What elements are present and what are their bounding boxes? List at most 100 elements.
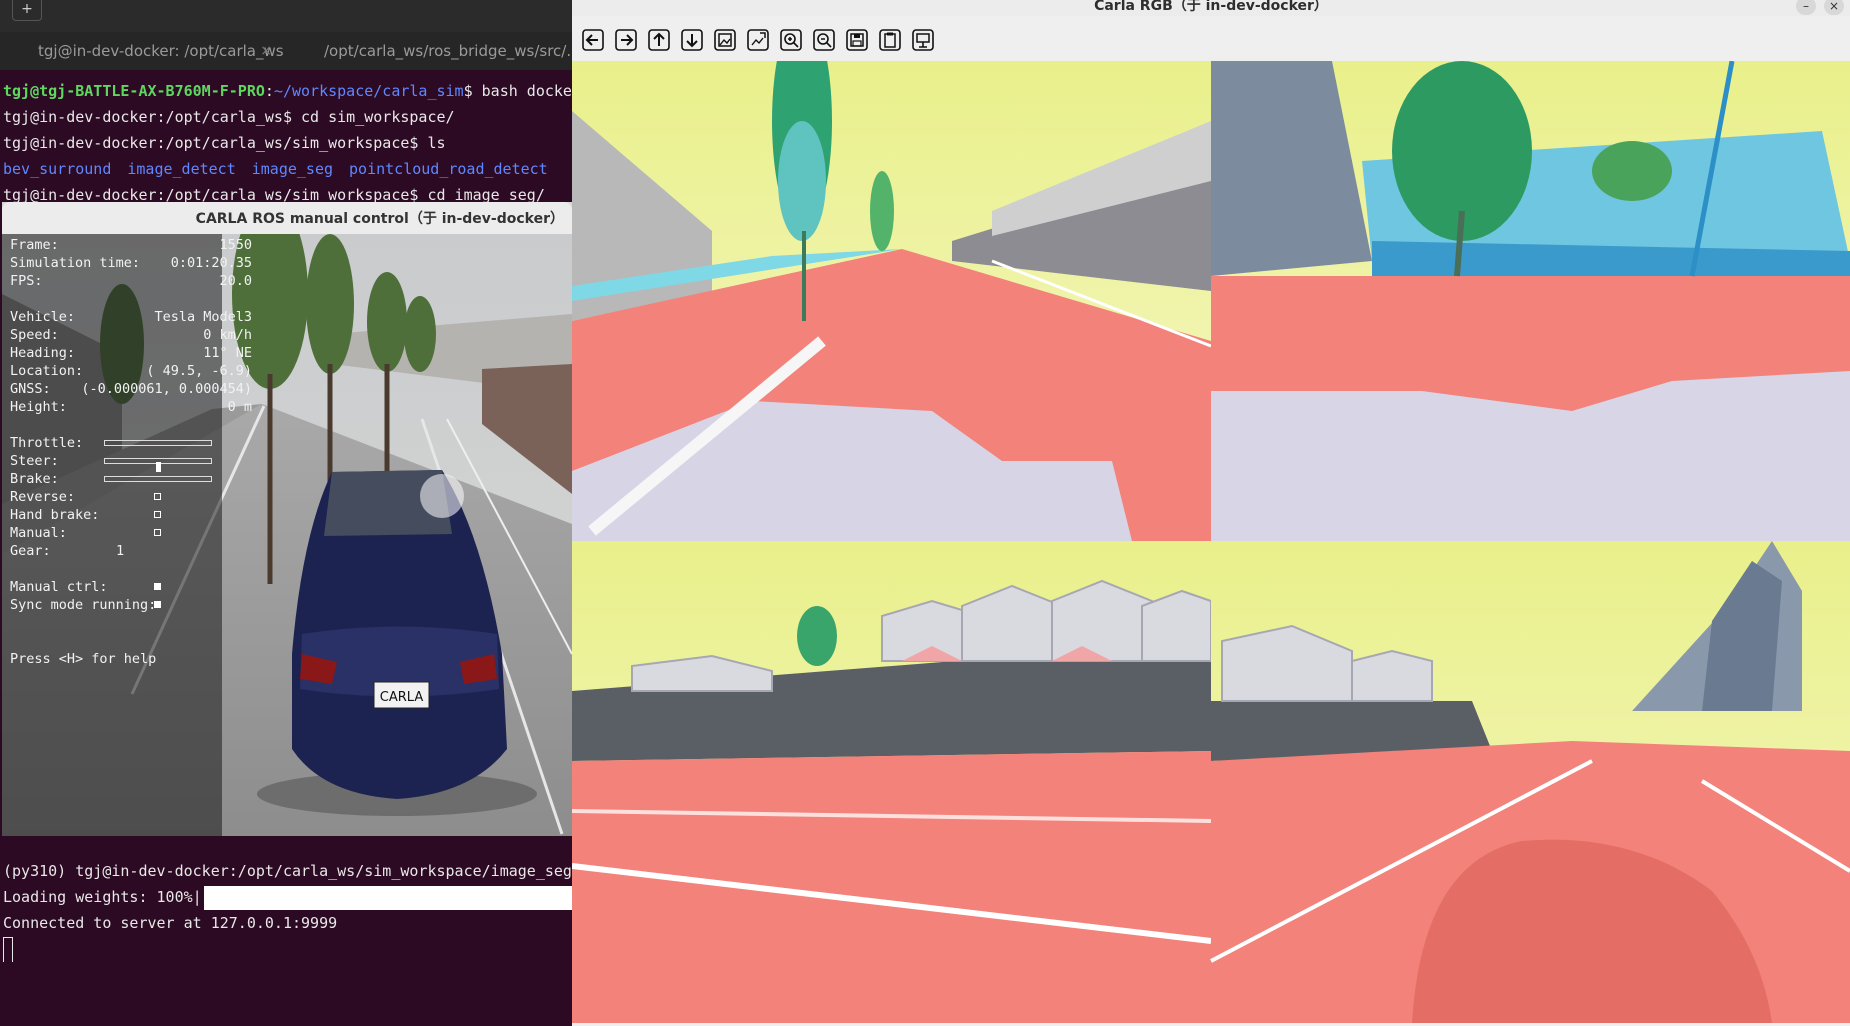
clipboard-button[interactable] — [876, 26, 904, 54]
viewer-toolbar — [572, 26, 942, 56]
zoom-out-icon — [813, 29, 835, 51]
minimize-button[interactable]: – — [1796, 0, 1816, 15]
hud-manual: Manual: — [10, 524, 246, 542]
camera-panel-front — [572, 61, 1212, 541]
hud-value: (-0.000061, 0.000454) — [81, 381, 252, 397]
terminal-cursor — [3, 936, 13, 962]
prompt-user: tgj@tgj-BATTLE-AX-B760M-F-PRO — [3, 82, 265, 100]
manual-control-view[interactable]: CARLA Frame: 1550 Simulation time: 0:01:20… — [2, 234, 572, 836]
hud-label: Reverse: — [10, 489, 76, 505]
actual-size-button[interactable] — [744, 26, 772, 54]
hud-gnss: GNSS: (-0.000061, 0.000454) — [10, 380, 252, 398]
terminal-tab[interactable]: tgj@in-dev-docker: /opt/carla_ws × — [0, 32, 286, 70]
hud-value: 0 km/h — [203, 327, 252, 343]
terminal-output[interactable]: tgj@tgj-BATTLE-AX-B760M-F-PRO:~/workspac… — [0, 78, 572, 202]
hud-value: ( 49.5, -6.9) — [146, 363, 252, 379]
new-tab-button[interactable]: + — [12, 0, 42, 21]
throttle-bar — [104, 440, 212, 446]
camera-panel-rear — [1210, 541, 1850, 1023]
segmentation-image-area[interactable] — [572, 61, 1850, 1023]
hud-label: Vehicle: — [10, 309, 76, 325]
settings-icon — [912, 29, 934, 51]
brake-bar — [104, 476, 212, 482]
hud-throttle: Throttle: — [10, 434, 246, 452]
hud-label: GNSS: — [10, 381, 51, 397]
terminal-tab[interactable]: /opt/carla_ws/ros_bridge_ws/src/... — [286, 32, 572, 70]
loading-progress-bar — [203, 885, 572, 910]
hud-vehicle: Vehicle: Tesla Model3 — [10, 308, 252, 326]
hud-sync-mode: Sync mode running: — [10, 596, 246, 614]
reverse-checkbox — [154, 493, 161, 500]
hud-manual-ctrl: Manual ctrl: — [10, 578, 246, 596]
hud-label: Brake: — [10, 471, 59, 487]
fit-image-icon — [714, 29, 736, 51]
steer-bar — [104, 458, 212, 472]
clipboard-icon — [879, 29, 901, 51]
zoom-out-button[interactable] — [810, 26, 838, 54]
hud-label: Hand brake: — [10, 507, 100, 523]
close-icon[interactable]: × — [260, 32, 272, 70]
close-button[interactable]: × — [1824, 0, 1844, 15]
ls-directory: image_detect — [127, 160, 236, 178]
down-button[interactable] — [678, 26, 706, 54]
settings-button[interactable] — [909, 26, 937, 54]
save-button[interactable] — [843, 26, 871, 54]
hud-value: 0 m — [227, 399, 252, 415]
zoom-in-button[interactable] — [777, 26, 805, 54]
hud-frame: Frame: 1550 — [10, 236, 252, 254]
camera-panel-left — [572, 541, 1212, 1023]
hud-label: Manual: — [10, 525, 67, 541]
hud-label: Gear: — [10, 543, 51, 559]
fit-image-button[interactable] — [711, 26, 739, 54]
terminal-line: bev_surround image_detect image_seg pointcl… — [0, 156, 572, 182]
hud-label: Steer: — [10, 453, 59, 469]
camera-panel-right — [1211, 61, 1850, 541]
hud-height: Height: 0 m — [10, 398, 252, 416]
down-arrow-icon — [681, 29, 703, 51]
forward-button[interactable] — [612, 26, 640, 54]
terminal-line: tgj@in-dev-docker:/opt/carla_ws$ cd sim_… — [3, 108, 455, 126]
manual-control-title: CARLA ROS manual control（于 in-dev-docker… — [2, 202, 572, 234]
terminal-line: tgj@in-dev-docker:/opt/carla_ws/sim_work… — [3, 134, 446, 152]
hud-label: Frame: — [10, 237, 59, 253]
terminal-line: tgj@in-dev-docker:/opt/carla_ws/sim_work… — [3, 186, 545, 202]
hud-hand-brake: Hand brake: — [10, 506, 246, 524]
hud-value: 1 — [116, 543, 125, 559]
terminal-output-bottom[interactable]: (py310) tgj@in-dev-docker:/opt/carla_ws/… — [0, 858, 572, 978]
forward-arrow-icon — [615, 29, 637, 51]
hud-value: Tesla Model3 — [154, 309, 252, 325]
terminal-line — [0, 936, 572, 962]
ls-directory: pointcloud_road_detect — [349, 160, 548, 178]
hud-label: FPS: — [10, 273, 43, 289]
prompt-path: ~/workspace/carla_sim — [273, 82, 464, 100]
manual-ctrl-checkbox — [154, 583, 161, 590]
actual-size-icon — [747, 29, 769, 51]
hud-heading: Heading: 11° NE — [10, 344, 252, 362]
viewer-title: Carla RGB（于 in-dev-docker） — [572, 0, 1850, 16]
terminal-tab-label: tgj@in-dev-docker: /opt/carla_ws — [38, 42, 284, 60]
hud-label: Manual ctrl: — [10, 579, 108, 595]
manual-checkbox — [154, 529, 161, 536]
segmentation-mosaic — [572, 61, 1850, 1023]
hud-label: Height: — [10, 399, 67, 415]
hud-label: Location: — [10, 363, 84, 379]
zoom-in-icon — [780, 29, 802, 51]
carla-rgb-viewer[interactable]: Carla RGB（于 in-dev-docker） – × — [572, 0, 1850, 1026]
hud-label: Heading: — [10, 345, 76, 361]
hud-speed: Speed: 0 km/h — [10, 326, 252, 344]
hand-brake-checkbox — [154, 511, 161, 518]
ls-directory: bev_surround — [3, 160, 112, 178]
prompt-command: $ bash docke — [463, 82, 572, 100]
hud-label: Throttle: — [10, 435, 84, 451]
terminal-header: + — [0, 0, 572, 32]
back-button[interactable] — [579, 26, 607, 54]
loading-weights-text: Loading weights: 100%| — [3, 888, 202, 906]
license-plate-text: CARLA — [380, 690, 424, 705]
hud-help-text: Press <H> for help — [10, 651, 157, 667]
hud-reverse: Reverse: — [10, 488, 246, 506]
manual-control-window[interactable]: CARLA ROS manual control（于 in-dev-docker… — [2, 202, 572, 836]
terminal-line: Connected to server at 127.0.0.1:9999 — [3, 914, 338, 932]
new-tab-icon: + — [21, 1, 33, 17]
hud-value: 11° NE — [203, 345, 252, 361]
up-button[interactable] — [645, 26, 673, 54]
